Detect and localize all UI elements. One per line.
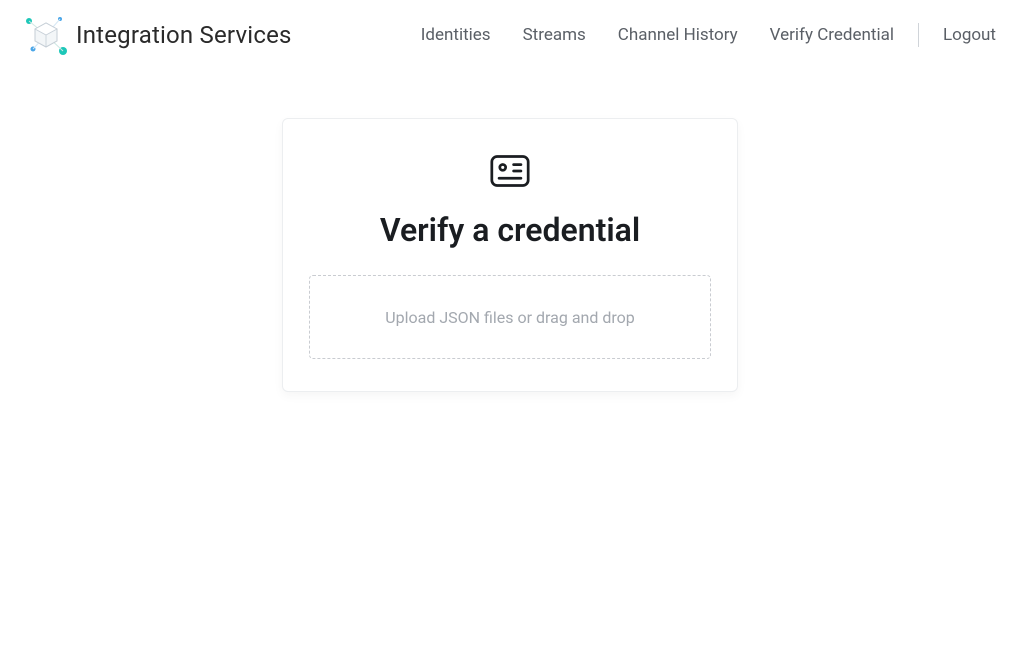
header: Integration Services Identities Streams … [0,0,1020,70]
brand[interactable]: Integration Services [24,13,292,57]
nav-streams[interactable]: Streams [523,25,586,45]
verify-card: Verify a credential Upload JSON files or… [282,118,738,392]
dropzone-label: Upload JSON files or drag and drop [385,308,635,327]
upload-dropzone[interactable]: Upload JSON files or drag and drop [309,275,711,359]
main-content: Verify a credential Upload JSON files or… [0,70,1020,392]
nav-identities[interactable]: Identities [421,25,491,45]
main-nav: Identities Streams Channel History Verif… [421,23,996,47]
nav-verify-credential[interactable]: Verify Credential [770,25,894,45]
brand-title: Integration Services [76,21,292,49]
nav-channel-history[interactable]: Channel History [618,25,738,45]
brand-logo-icon [24,13,68,57]
nav-logout[interactable]: Logout [943,25,996,45]
id-card-icon [490,153,530,189]
card-title: Verify a credential [380,211,640,249]
nav-divider [918,23,919,47]
